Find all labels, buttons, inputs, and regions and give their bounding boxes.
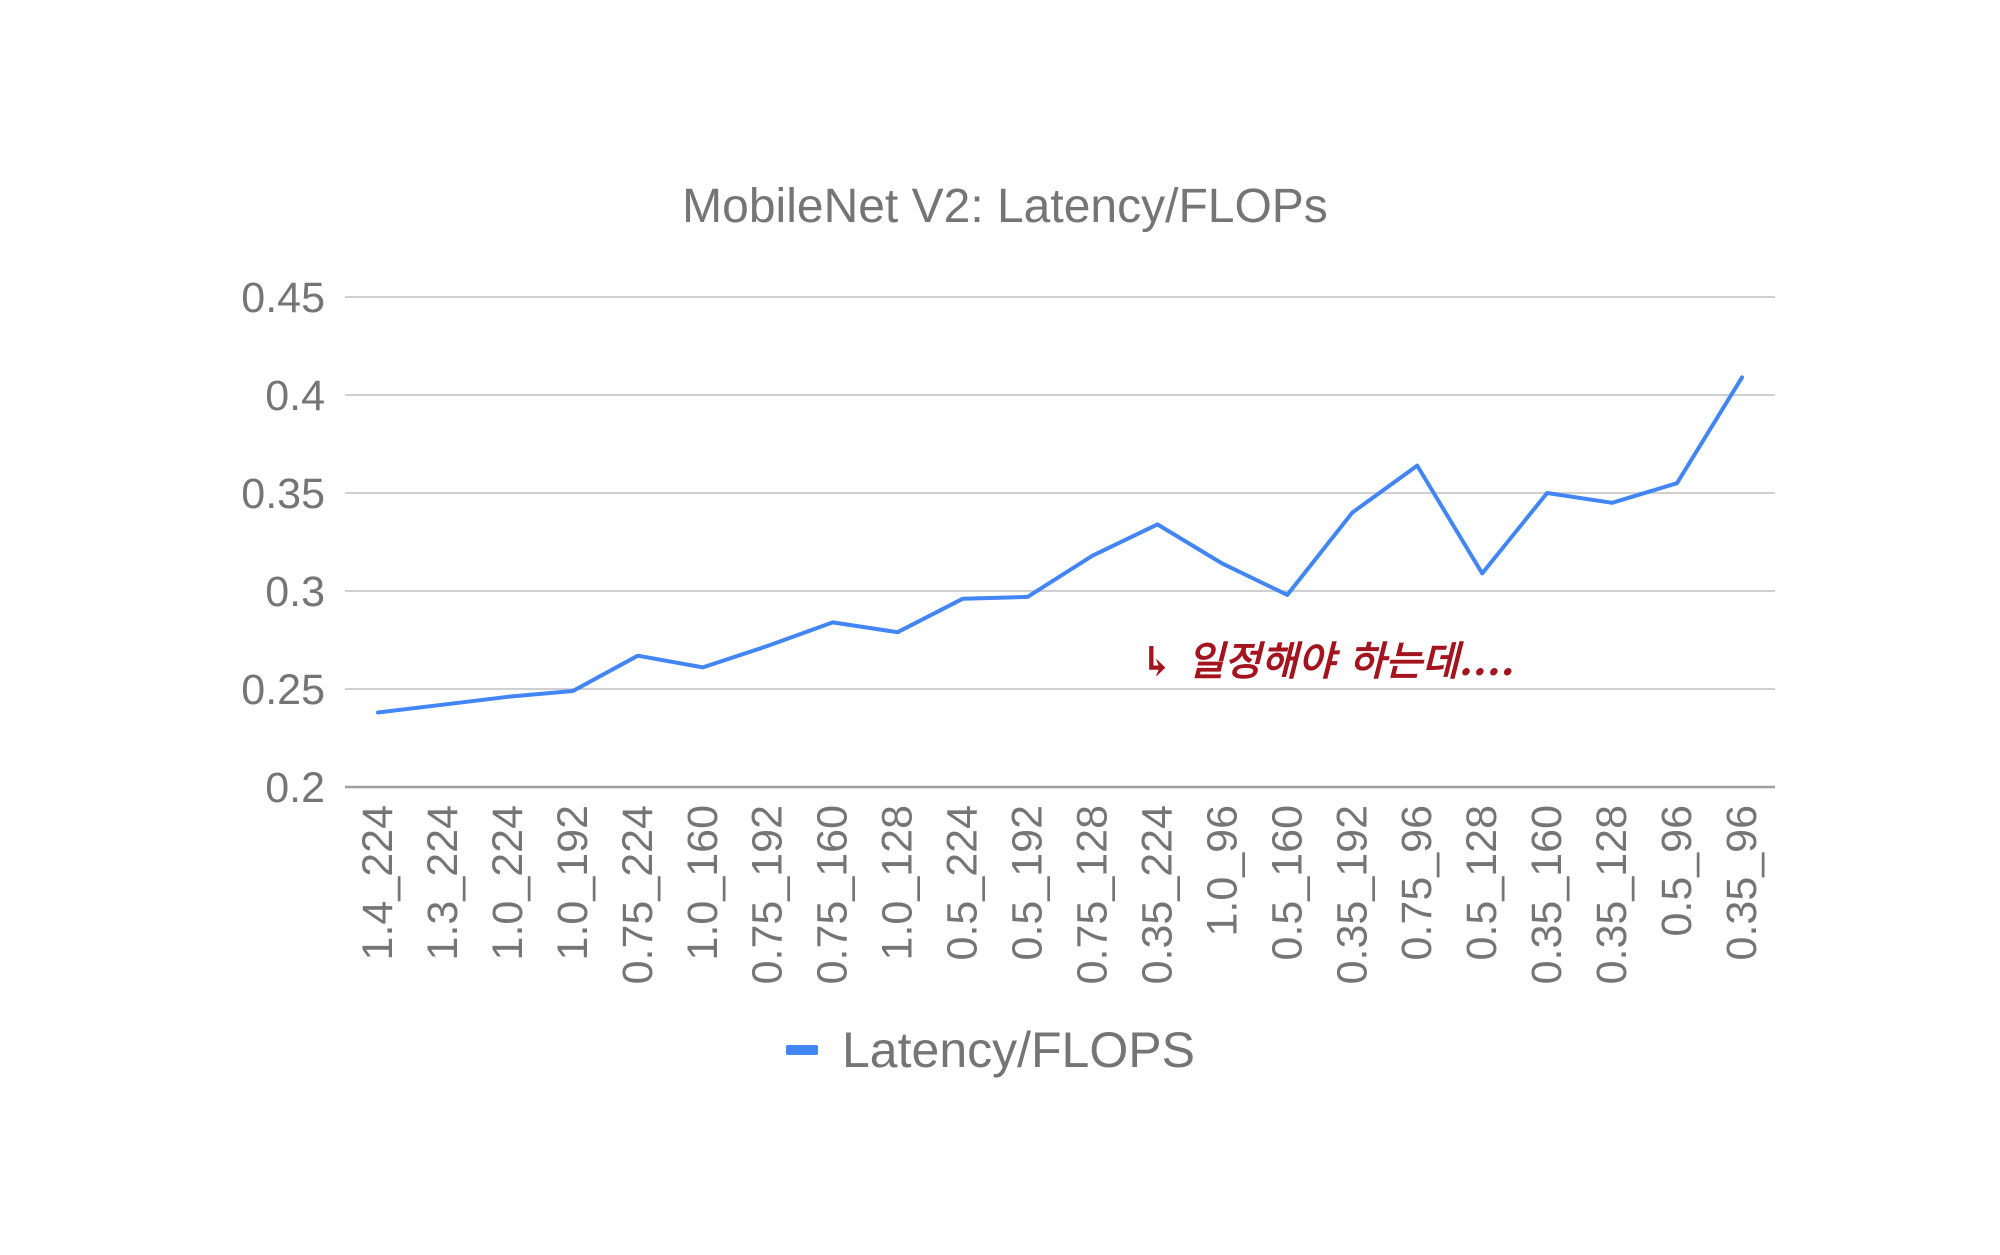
legend-label: Latency/FLOPS [842, 1022, 1195, 1078]
handwritten-annotation: ↳ 일정해야 하는데.... [1140, 638, 1515, 685]
gridlines [345, 296, 1775, 789]
x-tick-label: 0.75_160 [809, 805, 857, 984]
chart-svg: MobileNet V2: Latency/FLOPs 0.20.250.30.… [241, 180, 1775, 1078]
y-tick-labels: 0.2 0.25 0.3 0.35 0.4 0.45 [241, 274, 325, 812]
x-tick-label: 1.3_224 [419, 805, 467, 960]
legend-swatch [786, 1045, 818, 1055]
y-tick-label: 0.3 [265, 568, 325, 616]
x-tick-label: 1.4_224 [354, 805, 402, 960]
y-tick-label: 0.25 [241, 666, 325, 714]
x-tick-label: 0.35_128 [1588, 805, 1636, 984]
x-tick-label: 1.0_224 [484, 805, 532, 960]
x-tick-label: 0.35_192 [1328, 805, 1376, 984]
x-tick-label: 0.5_128 [1458, 805, 1506, 960]
x-tick-label: 0.35_160 [1523, 805, 1571, 984]
x-tick-label: 1.0_128 [874, 805, 922, 960]
x-tick-label: 0.5_160 [1263, 805, 1311, 960]
x-tick-label: 1.0_160 [679, 805, 727, 960]
y-tick-label: 0.45 [241, 274, 325, 322]
x-tick-label: 1.0_96 [1198, 805, 1246, 937]
y-tick-label: 0.4 [265, 372, 325, 420]
x-tick-label: 0.75_192 [744, 805, 792, 984]
chart: MobileNet V2: Latency/FLOPs 0.2 0.25 0.3 0.… [0, 0, 2000, 1250]
x-tick-label: 0.35_96 [1718, 805, 1766, 960]
legend: Latency/FLOPS [786, 1022, 1195, 1078]
x-tick-label: 0.5_96 [1653, 805, 1701, 937]
x-tick-label: 0.75_224 [614, 805, 662, 984]
x-tick-labels: 1.4_224 1.3_224 1.0_224 1.0_192 0.75_224 1.0_… [354, 805, 1766, 984]
x-tick-label: 0.75_96 [1393, 805, 1441, 960]
chart-title: MobileNet V2: Latency/FLOPs [682, 180, 1328, 233]
y-tick-label: 0.2 [265, 764, 325, 812]
series-line [376, 375, 1744, 715]
x-tick-label: 0.35_224 [1133, 805, 1181, 984]
x-tick-label: 1.0_192 [549, 805, 597, 960]
series-lines [376, 375, 1744, 715]
x-tick-label: 0.5_192 [1004, 805, 1052, 960]
x-tick-label: 0.75_128 [1068, 805, 1116, 984]
y-tick-label: 0.35 [241, 470, 325, 518]
x-tick-label: 0.5_224 [939, 805, 987, 960]
annotation-text: ↳ 일정해야 하는데.... [1140, 638, 1515, 685]
